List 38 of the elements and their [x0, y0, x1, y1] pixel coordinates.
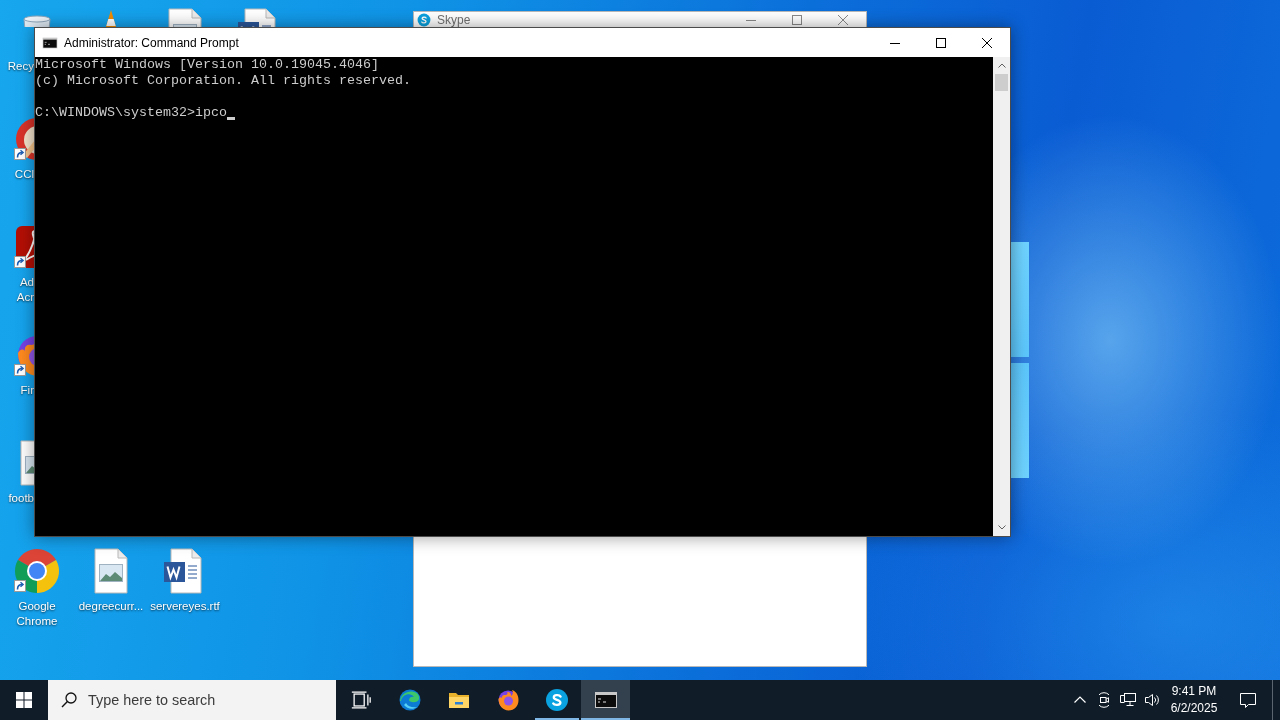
- s-badge-icon: [544, 688, 569, 712]
- vertical-scrollbar[interactable]: [993, 57, 1010, 536]
- text-cursor-icon: [226, 117, 235, 120]
- notification-icon[interactable]: [1239, 691, 1257, 709]
- volume-icon[interactable]: [1144, 692, 1160, 708]
- maximize-icon: [936, 37, 946, 48]
- browser-swirl-icon: [397, 688, 422, 712]
- window-title: Administrator: Command Prompt: [64, 35, 239, 50]
- console-line: (c) Microsoft Corporation. All rights reserved.: [35, 73, 412, 89]
- console-line: C:\WINDOWS\system32>ipco: [35, 105, 227, 121]
- clock-date[interactable]: 6/2/2025: [1170, 700, 1218, 717]
- desktop-icon-label[interactable]: Google Chrome: [0, 599, 74, 629]
- terminal-icon: [42, 34, 58, 51]
- search-icon: [61, 692, 77, 708]
- ring-logo-icon[interactable]: [13, 547, 61, 595]
- console-line: Microsoft Windows [Version 10.0.19045.4046]: [35, 57, 380, 73]
- search-box[interactable]: Type here to search: [48, 680, 336, 720]
- window-title: Skype: [437, 12, 471, 27]
- scrollbar-thumb[interactable]: [995, 74, 1008, 91]
- task-view-icon: [349, 689, 372, 711]
- desktop-icon-label[interactable]: servereyes.rtf: [150, 599, 220, 614]
- desktop-icon-label[interactable]: Recy: [7, 59, 34, 74]
- close-icon: [982, 37, 992, 48]
- desktop-icon-label[interactable]: CCl: [14, 167, 34, 182]
- desktop-icon-label[interactable]: footb: [8, 491, 34, 506]
- camera-icon[interactable]: [1096, 692, 1112, 708]
- windows-logo-icon: [16, 692, 32, 708]
- clock-time[interactable]: 9:41 PM: [1171, 683, 1217, 700]
- close-icon: [838, 14, 848, 25]
- desktop-icon-label[interactable]: Ad Acr: [16, 275, 34, 305]
- maximize-icon: [792, 14, 802, 25]
- taskbar-button[interactable]: [581, 680, 630, 720]
- desktop-icon-label[interactable]: Fir: [20, 383, 34, 398]
- caret-down-icon: [997, 525, 1006, 530]
- caret-up-icon: [997, 63, 1006, 68]
- network-icon[interactable]: [1120, 692, 1136, 708]
- search-field[interactable]: Type here to search: [88, 687, 328, 713]
- desktop-icon-label[interactable]: degreecurr...: [78, 599, 144, 614]
